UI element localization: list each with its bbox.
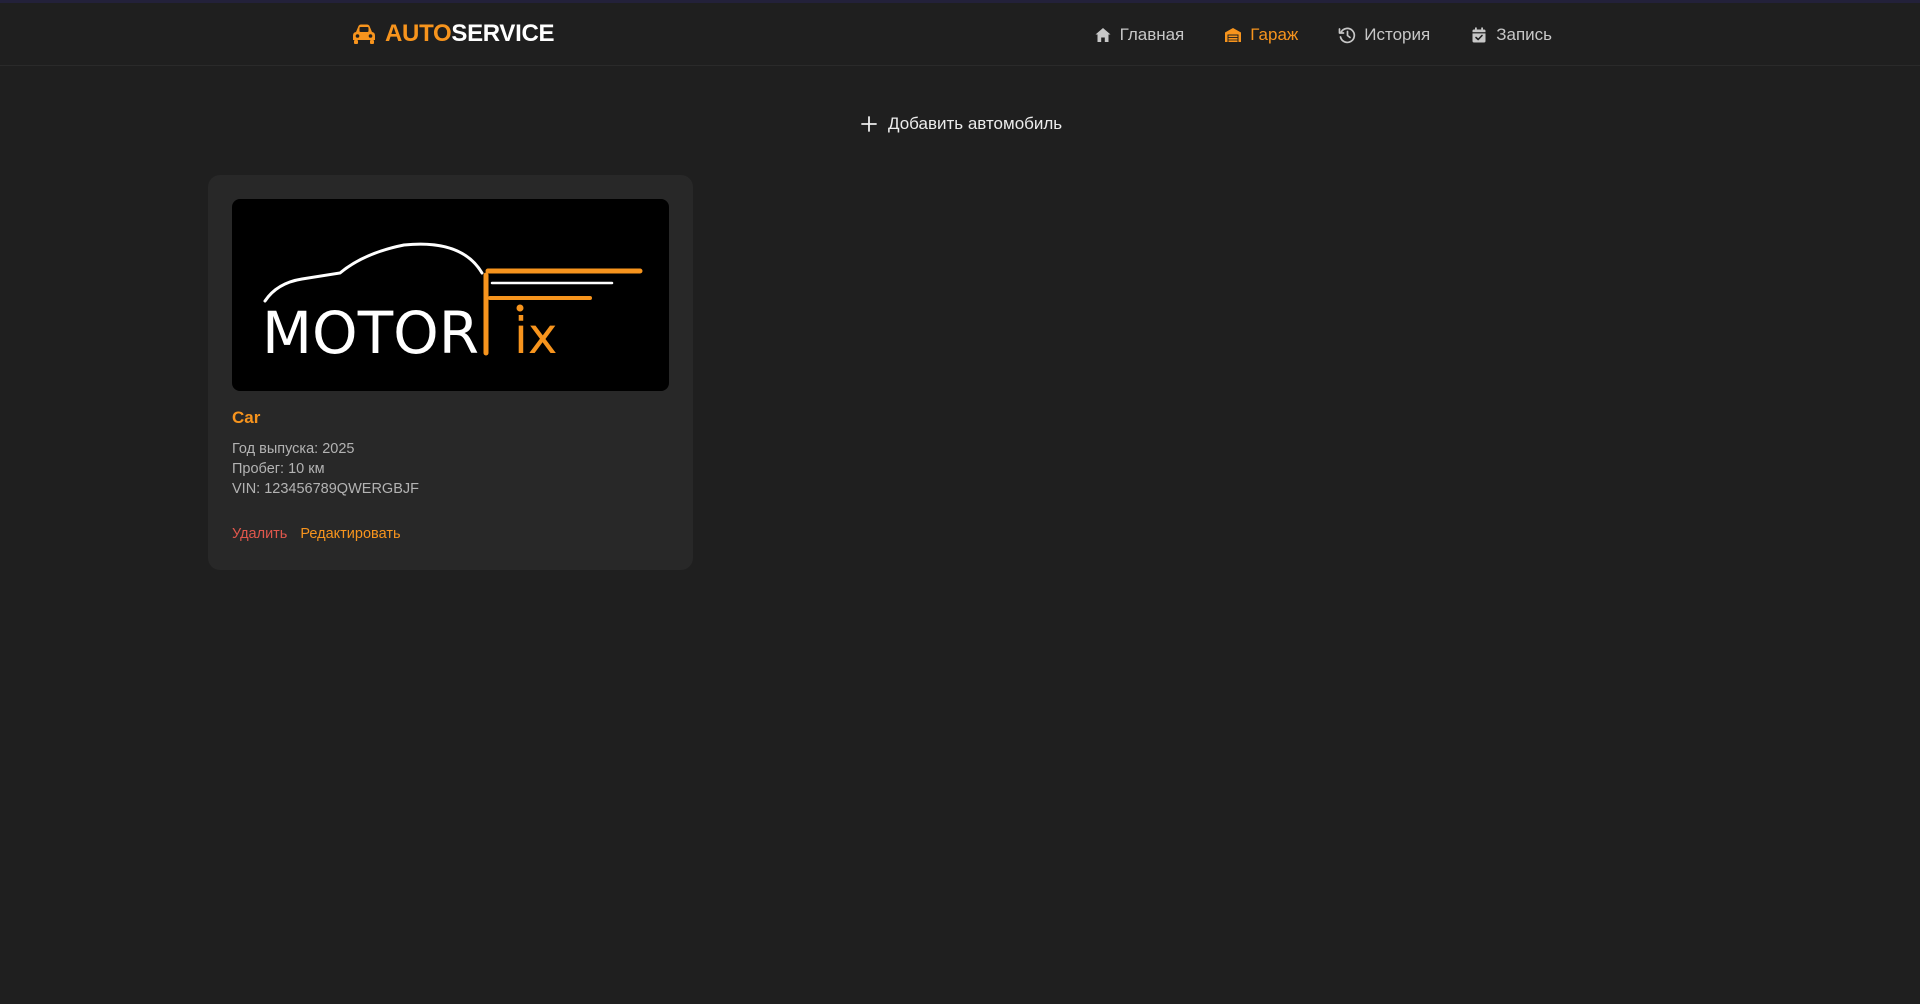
- nav-item-label: Гараж: [1250, 25, 1299, 44]
- nav-item-label: Запись: [1496, 25, 1552, 44]
- home-icon: [1095, 28, 1111, 42]
- nav-item-home[interactable]: Главная: [1094, 25, 1185, 45]
- car-name: Car: [232, 408, 261, 427]
- logo-word-fix: ix: [514, 307, 557, 365]
- nav-item-booking[interactable]: Запись: [1470, 25, 1552, 45]
- card-actions: Удалить Редактировать: [232, 526, 401, 542]
- calendar-icon: [1472, 27, 1486, 43]
- car-icon: [351, 23, 377, 45]
- nav-item-history[interactable]: История: [1338, 25, 1430, 45]
- history-icon: [1338, 27, 1356, 44]
- nav-item-garage[interactable]: Гараж: [1224, 25, 1298, 45]
- garage-icon: [1225, 28, 1242, 42]
- edit-button[interactable]: Редактировать: [300, 526, 400, 542]
- plus-icon: [861, 116, 877, 132]
- delete-button[interactable]: Удалить: [232, 526, 287, 542]
- car-details: Год выпуска: 2025 Пробег: 10 км VIN: 123…: [232, 439, 419, 499]
- brand-logo[interactable]: AUTOSERVICE: [351, 20, 555, 48]
- main-nav: Главная Гараж История Запись: [1094, 25, 1552, 45]
- nav-item-label: Главная: [1119, 25, 1185, 44]
- car-year: Год выпуска: 2025: [232, 441, 355, 457]
- car-image: MOTOR ix: [232, 199, 669, 391]
- nav-item-label: История: [1364, 25, 1431, 44]
- header: AUTOSERVICE Главная Гараж История Запись: [0, 3, 1920, 66]
- add-car-label: Добавить автомобиль: [888, 114, 1063, 133]
- car-card: MOTOR ix Car Год выпуска: 2025 Пробег: 1…: [208, 175, 693, 570]
- add-car-button[interactable]: Добавить автомобиль: [860, 114, 1062, 134]
- brand-text-auto: AUTO: [385, 20, 452, 47]
- logo-word-motor: MOTOR: [262, 299, 479, 367]
- car-vin: VIN: 123456789QWERGBJF: [232, 481, 419, 497]
- car-mileage: Пробег: 10 км: [232, 461, 325, 477]
- brand-text-service: SERVICE: [451, 20, 555, 47]
